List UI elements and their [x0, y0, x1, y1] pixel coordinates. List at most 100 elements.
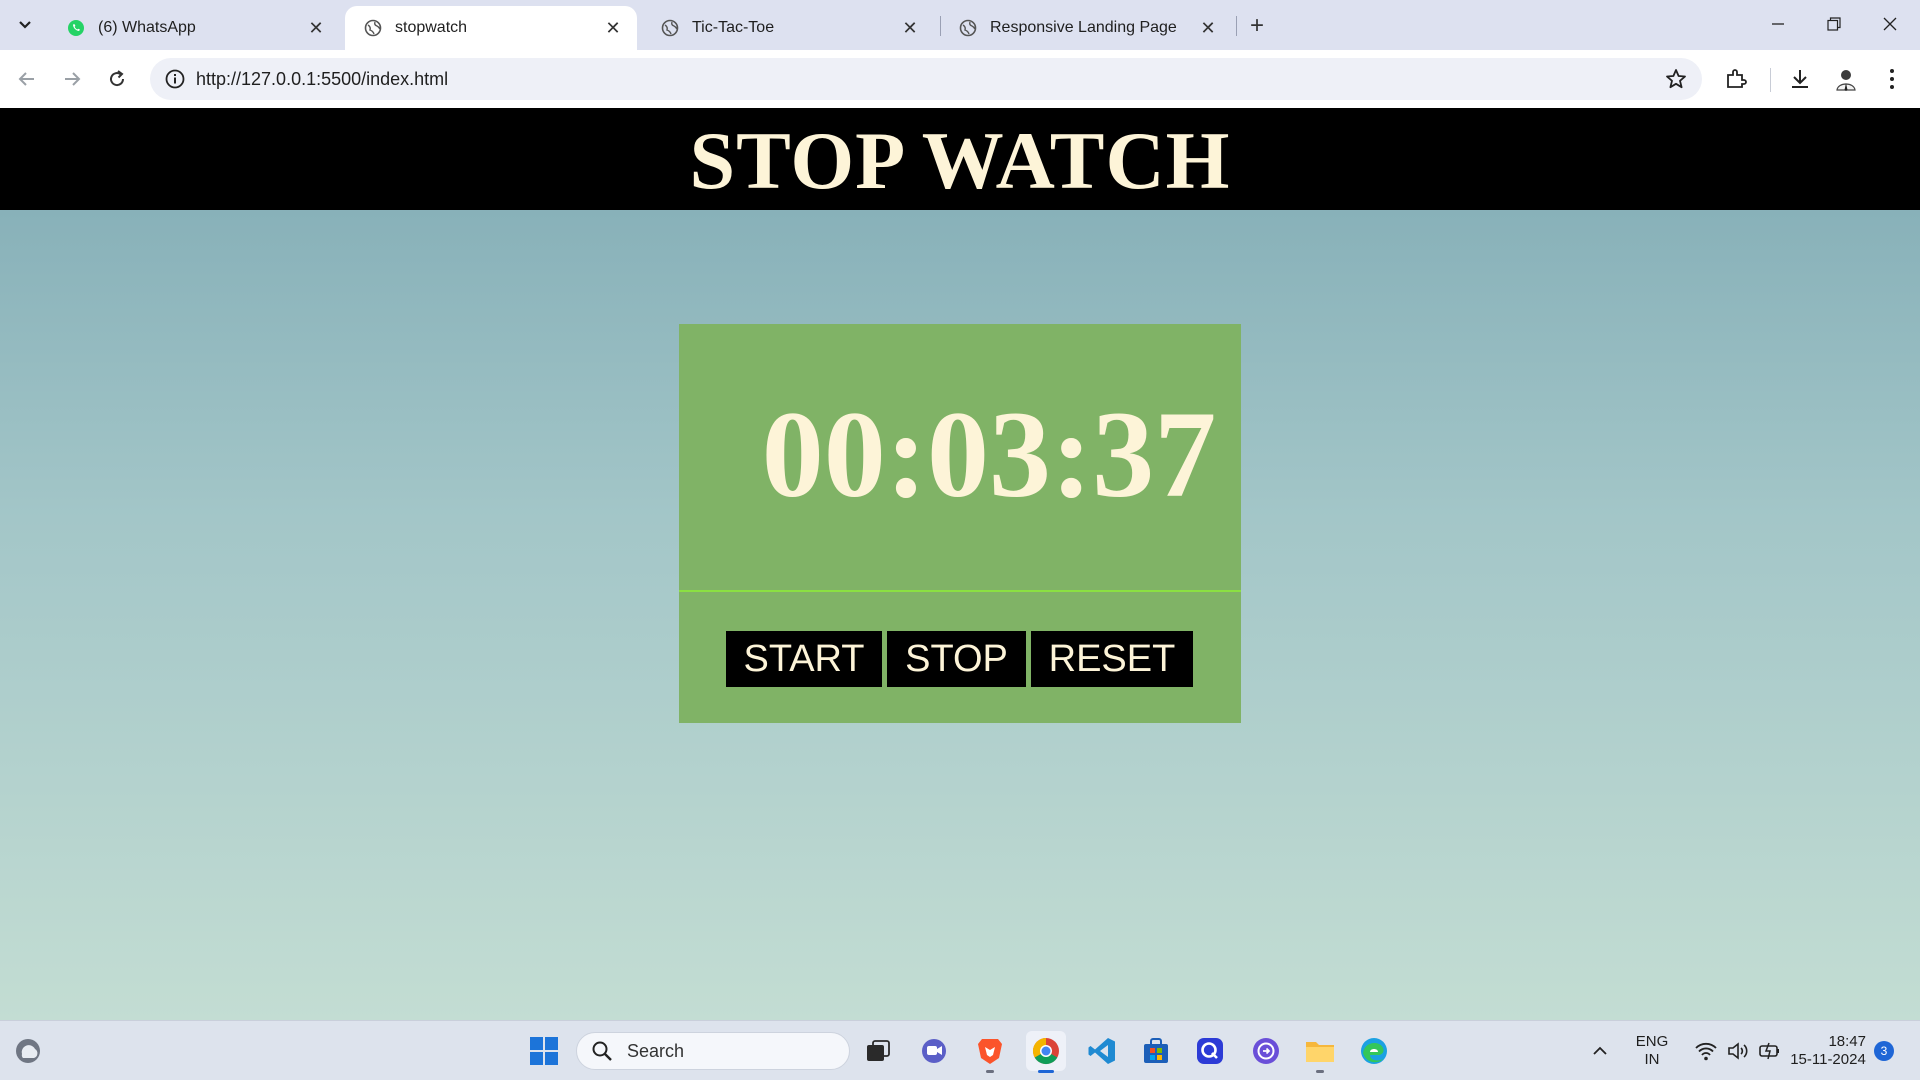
- clock-date: 15-11-2024: [1790, 1051, 1866, 1068]
- close-icon: [1883, 17, 1897, 31]
- date-time-button[interactable]: 18:47 15-11-2024: [1780, 1033, 1876, 1069]
- more-vertical-icon: [1890, 69, 1894, 89]
- avatar: [1836, 70, 1856, 91]
- globe-icon: [958, 18, 978, 38]
- weather-widget[interactable]: [8, 1031, 48, 1071]
- q-app-icon: [1197, 1038, 1223, 1064]
- chrome-browser-button[interactable]: [1026, 1031, 1066, 1073]
- wifi-icon: [1695, 1042, 1717, 1061]
- brave-browser-button[interactable]: [970, 1031, 1010, 1073]
- minimize-button[interactable]: [1750, 0, 1806, 48]
- vscode-button[interactable]: [1082, 1031, 1122, 1071]
- windows-logo-icon: [530, 1037, 558, 1065]
- restore-button[interactable]: [1806, 0, 1862, 48]
- restore-icon: [1827, 17, 1841, 31]
- search-icon: [592, 1041, 612, 1061]
- tab-whatsapp[interactable]: (6) WhatsApp ✕: [48, 6, 340, 50]
- circle-arrow-icon: [1253, 1038, 1279, 1064]
- minimize-icon: [1772, 23, 1784, 25]
- whatsapp-icon: [66, 18, 86, 38]
- bookmark-star-icon[interactable]: [1664, 67, 1688, 91]
- tab-title: (6) WhatsApp: [98, 19, 196, 36]
- browser-menu-button[interactable]: [1878, 65, 1906, 93]
- tab-title: stopwatch: [395, 19, 468, 36]
- edge-browser-button[interactable]: [1354, 1031, 1394, 1071]
- app-button-blue-q[interactable]: [1190, 1031, 1230, 1071]
- close-tab-icon[interactable]: ✕: [603, 18, 623, 38]
- chat-icon: [922, 1039, 946, 1063]
- app-button-purple-circle[interactable]: [1246, 1031, 1286, 1071]
- close-tab-icon[interactable]: ✕: [1198, 18, 1218, 38]
- close-tab-icon[interactable]: ✕: [306, 18, 326, 38]
- close-window-button[interactable]: [1862, 0, 1918, 48]
- site-info-icon[interactable]: [164, 68, 186, 90]
- taskbar-search[interactable]: Search: [576, 1032, 850, 1070]
- reset-button[interactable]: RESET: [1031, 631, 1193, 687]
- page-header: STOP WATCH: [0, 108, 1920, 210]
- back-button[interactable]: [10, 62, 44, 96]
- tab-title: Tic-Tac-Toe: [692, 19, 775, 36]
- running-indicator: [1316, 1070, 1324, 1073]
- language-code: ENG: [1635, 1033, 1669, 1050]
- chevron-up-icon: [1593, 1046, 1607, 1055]
- folder-icon: [1306, 1042, 1334, 1062]
- url-text[interactable]: http://127.0.0.1:5500/index.html: [196, 69, 448, 90]
- plus-icon: +: [1249, 12, 1264, 39]
- start-button[interactable]: [524, 1031, 564, 1071]
- puzzle-icon: [1727, 69, 1747, 88]
- tab-stopwatch[interactable]: stopwatch ✕: [345, 6, 637, 50]
- vscode-icon: [1088, 1038, 1115, 1064]
- volume-icon: [1728, 1042, 1748, 1060]
- region-code: IN: [1644, 1051, 1660, 1068]
- arrow-left-icon: [18, 72, 34, 86]
- tab-title: Responsive Landing Page: [990, 19, 1177, 36]
- reload-icon: [110, 70, 125, 87]
- reload-button[interactable]: [100, 62, 134, 96]
- battery-charging-icon: [1759, 1042, 1779, 1060]
- globe-icon: [660, 18, 680, 38]
- controls-bar: START STOP RESET: [679, 592, 1241, 723]
- globe-icon: [363, 18, 383, 38]
- download-icon: [1792, 70, 1808, 88]
- browser-toolbar: http://127.0.0.1:5500/index.html: [0, 50, 1920, 108]
- extensions-button[interactable]: [1722, 65, 1750, 93]
- taskbar: Search ENG IN 18:47 15-11-2024 3: [0, 1020, 1920, 1080]
- input-language-indicator[interactable]: ENG IN: [1632, 1033, 1672, 1069]
- notification-badge[interactable]: 3: [1874, 1041, 1894, 1061]
- weather-icon: [16, 1039, 40, 1063]
- task-view-icon: [867, 1040, 890, 1061]
- chevron-down-icon: [19, 21, 31, 29]
- address-bar[interactable]: http://127.0.0.1:5500/index.html: [150, 58, 1702, 100]
- arrow-right-icon: [65, 72, 81, 86]
- time-display: 00:03:37: [679, 324, 1241, 590]
- tab-responsive-landing-page[interactable]: Responsive Landing Page ✕: [940, 6, 1232, 50]
- tab-search-button[interactable]: [10, 10, 40, 40]
- microsoft-store-button[interactable]: [1136, 1031, 1176, 1071]
- task-view-button[interactable]: [858, 1031, 898, 1071]
- stop-button[interactable]: STOP: [887, 631, 1026, 687]
- start-button[interactable]: START: [726, 631, 882, 687]
- close-tab-icon[interactable]: ✕: [900, 18, 920, 38]
- tab-tic-tac-toe[interactable]: Tic-Tac-Toe ✕: [642, 6, 934, 50]
- browser-tab-strip: (6) WhatsApp ✕ stopwatch ✕ Tic-Tac-Toe ✕…: [0, 0, 1920, 50]
- running-indicator: [1038, 1070, 1054, 1073]
- brave-lion-icon: [978, 1039, 1002, 1064]
- show-hidden-icons-button[interactable]: [1582, 1031, 1618, 1071]
- new-tab-button[interactable]: +: [1243, 12, 1271, 40]
- forward-button[interactable]: [55, 62, 89, 96]
- teams-chat-button[interactable]: [914, 1031, 954, 1071]
- file-explorer-button[interactable]: [1300, 1031, 1340, 1073]
- store-bag-icon: [1144, 1038, 1168, 1063]
- downloads-button[interactable]: [1786, 65, 1814, 93]
- profile-button[interactable]: [1832, 65, 1860, 93]
- edge-icon: [1361, 1038, 1387, 1064]
- search-placeholder: Search: [627, 1040, 685, 1061]
- chrome-icon: [1032, 1037, 1059, 1065]
- clock-time: 18:47: [1828, 1033, 1866, 1050]
- tab-separator: [1236, 16, 1237, 36]
- stopwatch-panel: 00:03:37 START STOP RESET: [679, 324, 1241, 723]
- running-indicator: [986, 1070, 994, 1073]
- page-title: STOP WATCH: [689, 115, 1231, 206]
- elapsed-time: 00:03:37: [761, 386, 1217, 523]
- page-viewport: STOP WATCH 00:03:37 START STOP RESET: [0, 108, 1920, 1020]
